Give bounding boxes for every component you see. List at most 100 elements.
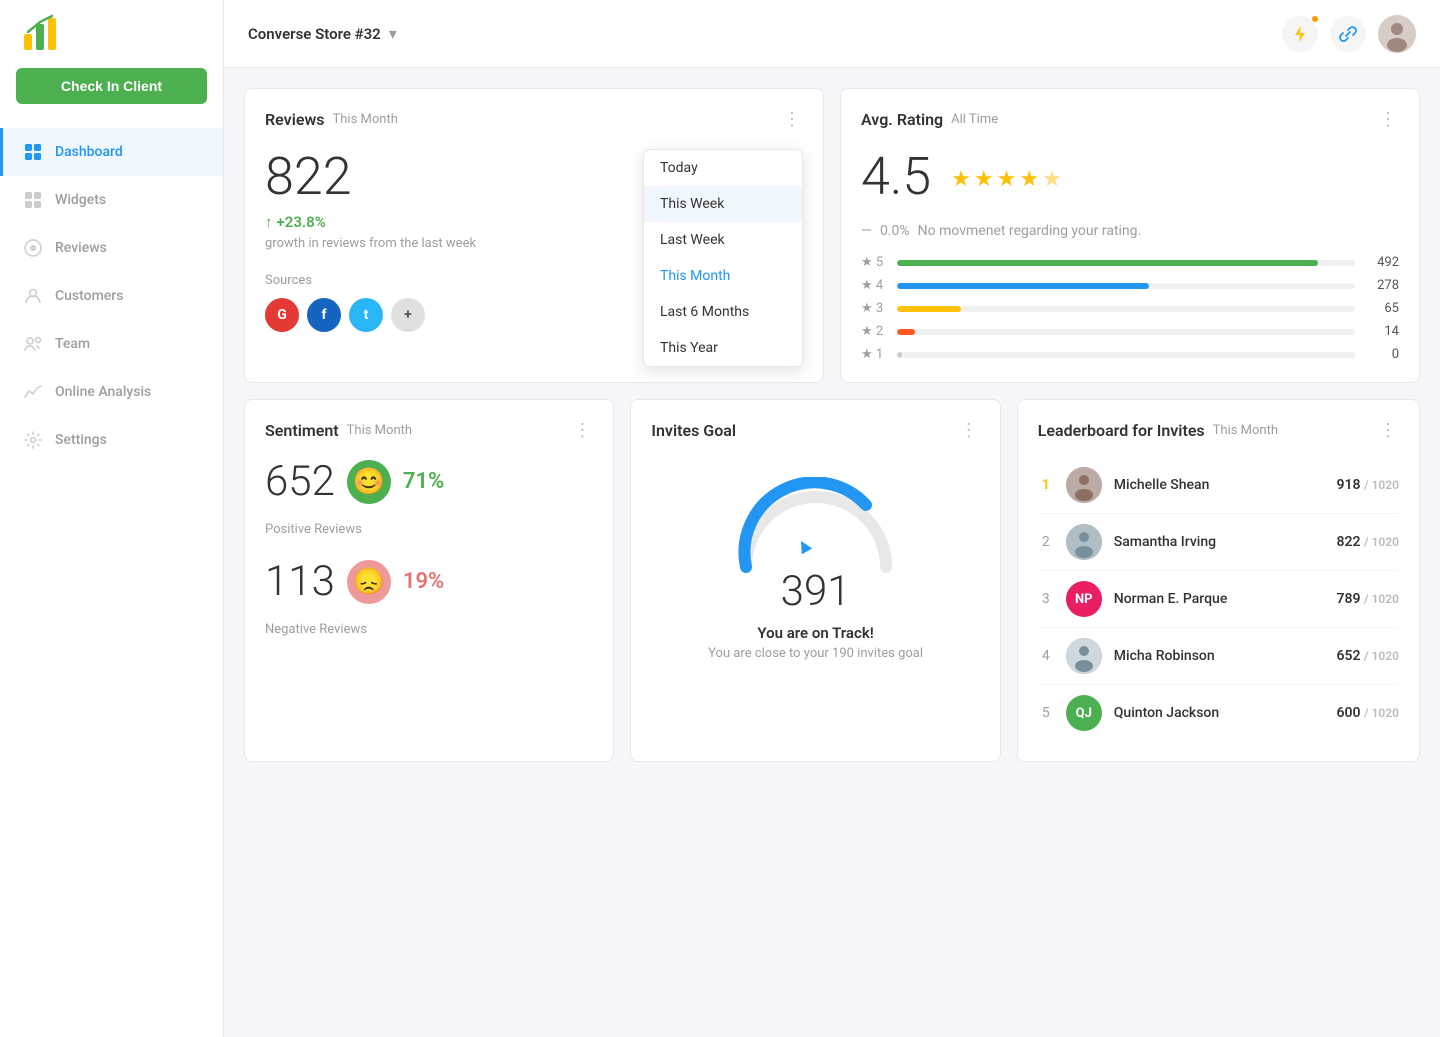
avatar-image-2 — [1066, 524, 1102, 560]
rank-4: 4 — [1038, 648, 1054, 664]
rating-bar-wrap-1 — [897, 352, 1355, 358]
rating-row-3: ★ 3 65 — [861, 301, 1399, 316]
settings-icon — [23, 430, 43, 450]
sidebar-item-reviews[interactable]: Reviews — [0, 224, 223, 272]
sentiment-header: Sentiment This Month ⋮ — [265, 420, 593, 441]
leaderboard-card: Leaderboard for Invites This Month ⋮ 1 M… — [1017, 399, 1420, 762]
rating-count-5: 492 — [1363, 255, 1399, 270]
negative-count: 113 — [265, 557, 335, 606]
rank-5: 5 — [1038, 705, 1054, 721]
dropdown-last-6-months[interactable]: Last 6 Months — [644, 294, 802, 330]
sidebar-item-customers-label: Customers — [55, 288, 123, 304]
top-header: Converse Store #32 ▾ — [224, 0, 1440, 68]
check-in-client-button[interactable]: Check In Client — [16, 68, 207, 104]
dropdown-last-week[interactable]: Last Week — [644, 222, 802, 258]
avg-rating-title-row: Avg. Rating All Time — [861, 110, 998, 129]
rating-bar-2 — [897, 329, 915, 335]
sidebar-item-dashboard[interactable]: Dashboard — [0, 128, 223, 176]
sidebar-item-settings[interactable]: Settings — [0, 416, 223, 464]
avatar-4 — [1066, 638, 1102, 674]
gauge-container: 391 You are on Track! You are close to y… — [651, 457, 979, 671]
leaderboard-menu-button[interactable]: ⋮ — [1379, 420, 1399, 441]
star-label-3: ★ 3 — [861, 301, 889, 316]
chevron-down-icon: ▾ — [389, 24, 397, 43]
rating-change-desc: No movmenet regarding your rating. — [918, 223, 1142, 239]
reviews-title-row: Reviews This Month — [265, 110, 398, 129]
avatar-image — [1378, 15, 1416, 53]
leaderboard-item-3: 3 NP Norman E. Parque 789 / 1020 — [1038, 571, 1399, 628]
leaderboard-list: 1 Michelle Shean 918 / 1020 2 Samanth — [1038, 457, 1399, 741]
header-actions — [1282, 15, 1416, 53]
sidebar-item-customers[interactable]: Customers — [0, 272, 223, 320]
avg-rating-header: Avg. Rating All Time ⋮ — [861, 109, 1399, 130]
reviews-card-menu-button[interactable]: ⋮ — [783, 109, 803, 130]
negative-pct: 19% — [403, 569, 444, 594]
lb-score-2: 822 / 1020 — [1337, 534, 1399, 550]
add-source-button[interactable]: + — [391, 298, 425, 332]
star-label-4: ★ 4 — [861, 278, 889, 293]
invites-header: Invites Goal ⋮ — [651, 420, 979, 441]
user-avatar[interactable] — [1378, 15, 1416, 53]
invites-card: Invites Goal ⋮ 391 You are on Track! You… — [630, 399, 1000, 762]
facebook-source-button[interactable]: f — [307, 298, 341, 332]
rank-1: 1 — [1038, 477, 1054, 493]
sentiment-title: Sentiment — [265, 421, 339, 440]
lb-score-5: 600 / 1020 — [1337, 705, 1399, 721]
customers-icon — [23, 286, 43, 306]
dropdown-today[interactable]: Today — [644, 150, 802, 186]
sidebar-item-online-analysis-label: Online Analysis — [55, 384, 151, 400]
avg-rating-number: 4.5 — [861, 146, 931, 207]
rating-count-3: 65 — [1363, 301, 1399, 316]
growth-pct: +23.8% — [277, 213, 326, 231]
lb-score-3: 789 / 1020 — [1337, 591, 1399, 607]
dropdown-this-week[interactable]: This Week — [644, 186, 802, 222]
sidebar-item-reviews-label: Reviews — [55, 240, 107, 256]
reviews-card-title: Reviews — [265, 110, 325, 129]
link-button[interactable] — [1330, 16, 1366, 52]
rating-bar-wrap-5 — [897, 260, 1355, 266]
avatar-image-1 — [1066, 467, 1102, 503]
lb-name-4: Micha Robinson — [1114, 648, 1325, 664]
twitter-source-button[interactable]: t — [349, 298, 383, 332]
google-source-button[interactable]: G — [265, 298, 299, 332]
avatar-image-4 — [1066, 638, 1102, 674]
sidebar-item-widgets[interactable]: Widgets — [0, 176, 223, 224]
positive-emoji: 😊 — [347, 460, 391, 504]
sidebar-item-online-analysis[interactable]: Online Analysis — [0, 368, 223, 416]
avg-rating-card: Avg. Rating All Time ⋮ 4.5 ★ ★ ★ ★ ★ — [840, 88, 1420, 383]
sidebar-item-widgets-label: Widgets — [55, 192, 106, 208]
notifications-button[interactable] — [1282, 16, 1318, 52]
star-1: ★ — [951, 167, 971, 192]
rating-row-1: ★ 1 0 — [861, 347, 1399, 362]
positive-label: Positive Reviews — [265, 522, 593, 537]
star-2: ★ — [974, 167, 994, 192]
star-rating: ★ ★ ★ ★ ★ — [951, 167, 1062, 192]
negative-label: Negative Reviews — [265, 622, 593, 637]
avatar-1 — [1066, 467, 1102, 503]
sentiment-menu-button[interactable]: ⋮ — [573, 420, 593, 441]
dashboard-content: Reviews This Month ⋮ 822 ↑ +23.8% growth… — [224, 68, 1440, 1037]
leaderboard-header: Leaderboard for Invites This Month ⋮ — [1038, 420, 1399, 441]
link-icon — [1339, 25, 1357, 43]
sentiment-title-row: Sentiment This Month — [265, 421, 412, 440]
positive-sentiment: 652 😊 71% — [265, 457, 593, 506]
leaderboard-title: Leaderboard for Invites — [1038, 421, 1205, 440]
sidebar-item-team[interactable]: Team — [0, 320, 223, 368]
dropdown-this-year[interactable]: This Year — [644, 330, 802, 366]
invites-menu-button[interactable]: ⋮ — [960, 420, 980, 441]
star-3: ★ — [997, 167, 1017, 192]
rating-count-1: 0 — [1363, 347, 1399, 362]
reviews-card-subtitle: This Month — [333, 112, 398, 127]
invites-title: Invites Goal — [651, 421, 736, 440]
widgets-icon — [23, 190, 43, 210]
star-4: ★ — [1019, 167, 1039, 192]
reviews-icon — [23, 238, 43, 258]
dropdown-this-month[interactable]: This Month — [644, 258, 802, 294]
star-label-2: ★ 2 — [861, 324, 889, 339]
sidebar-nav: Dashboard Widgets Reviews Customers Team — [0, 128, 223, 464]
lb-name-2: Samantha Irving — [1114, 534, 1325, 550]
avg-rating-menu-button[interactable]: ⋮ — [1379, 109, 1399, 130]
rating-bars: ★ 5 492 ★ 4 278 ★ 3 65 — [861, 255, 1399, 362]
invites-count: 391 — [781, 567, 851, 616]
store-selector[interactable]: Converse Store #32 ▾ — [248, 24, 397, 43]
